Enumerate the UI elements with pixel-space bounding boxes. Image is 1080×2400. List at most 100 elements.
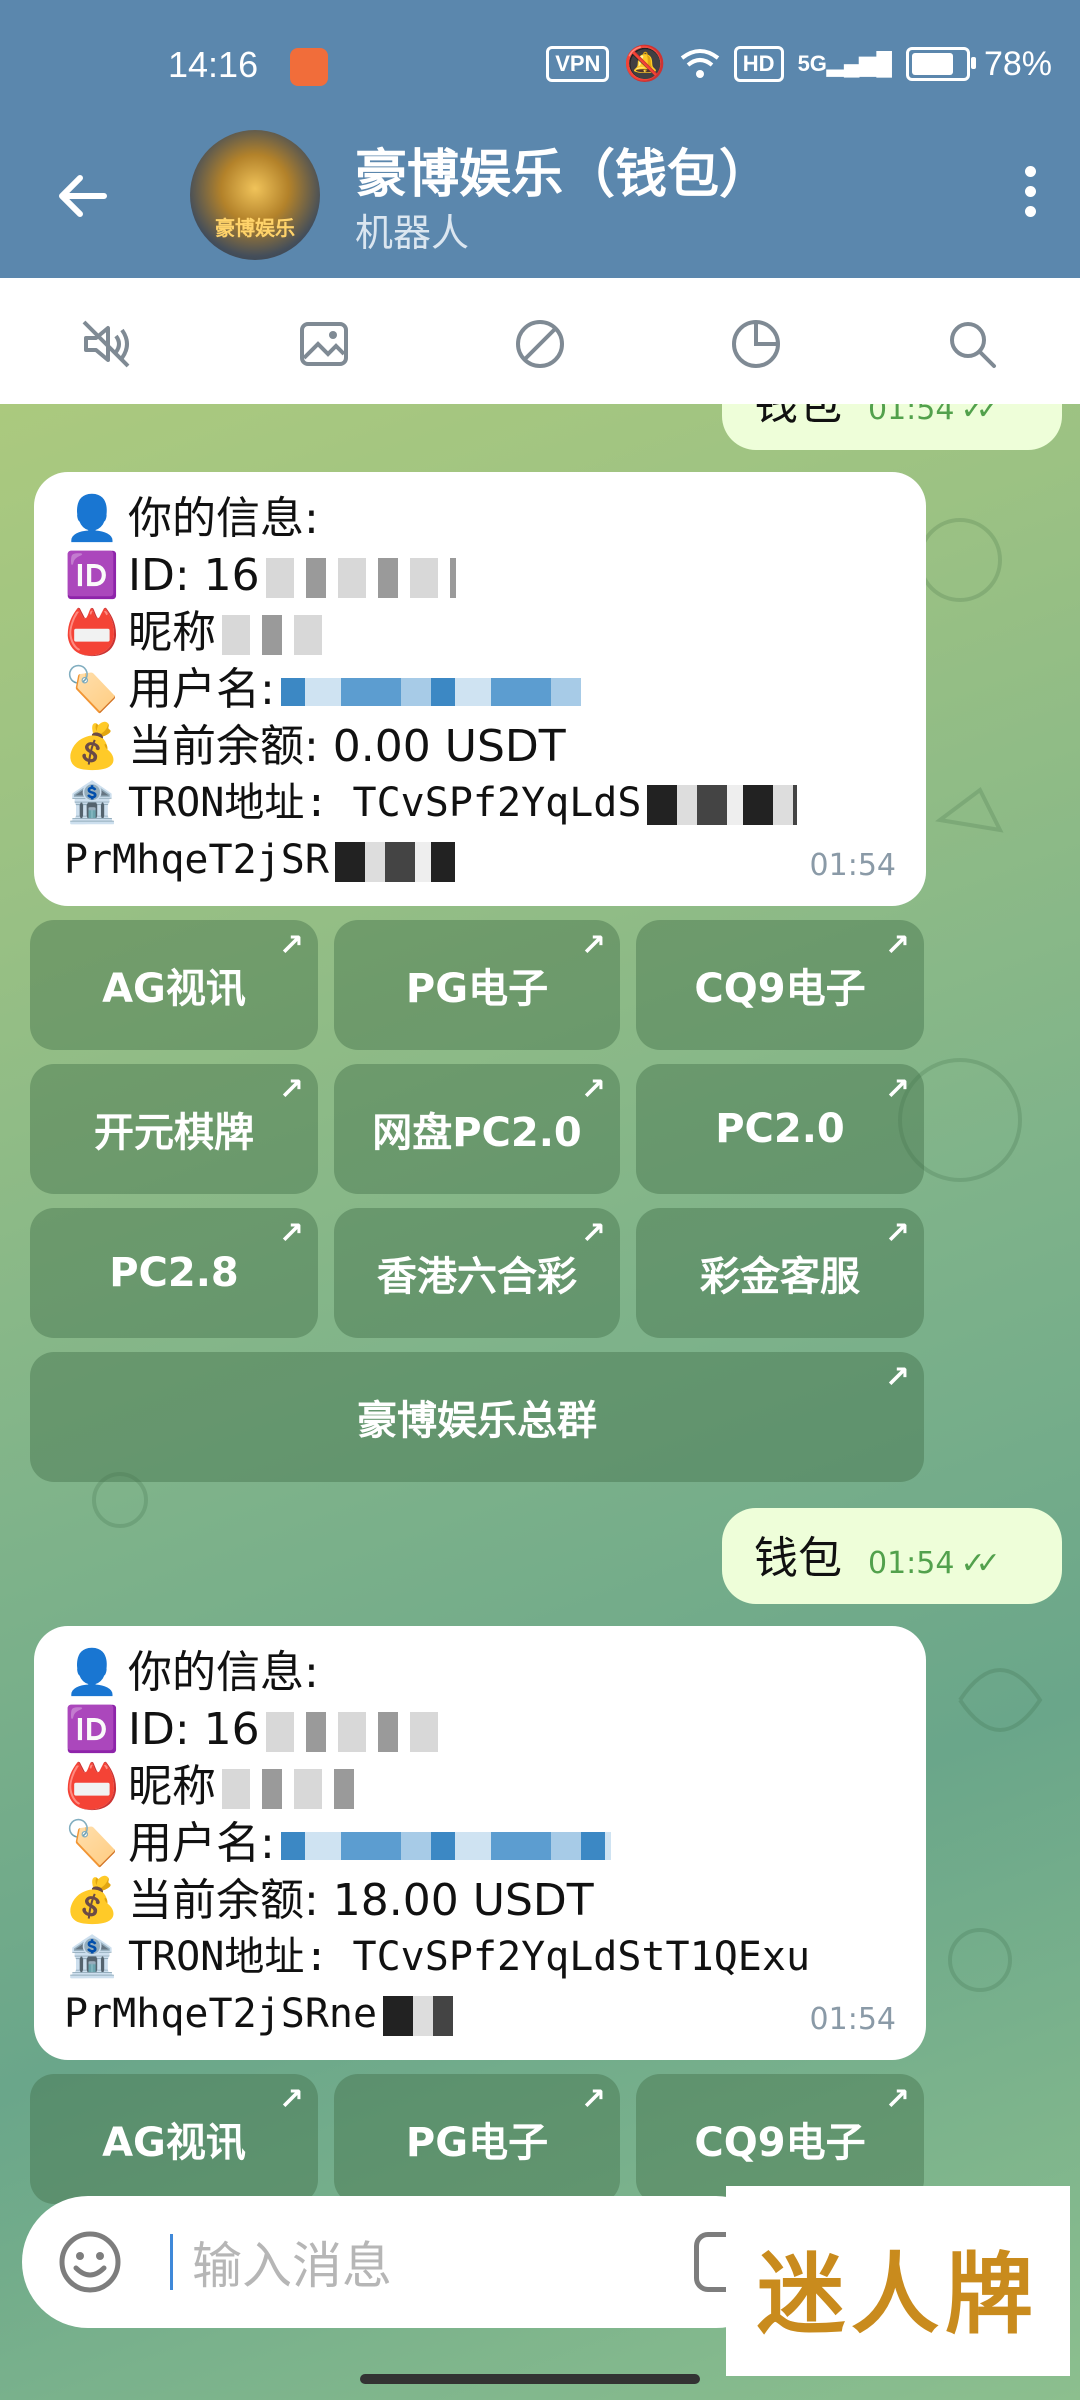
- user-emoji-icon: 👤: [64, 493, 120, 544]
- message-composer[interactable]: 输入消息: [22, 2196, 782, 2328]
- block-icon[interactable]: [512, 316, 568, 372]
- info-text: TRON地址: TCvSPf2YqLdS: [128, 780, 642, 826]
- incoming-message[interactable]: 👤 你的信息: 🆔 ID: 16 📛 昵称 🏷️ 用户名: 💰 当前余额: 0.00 US…: [34, 472, 926, 906]
- redacted-block: [222, 615, 332, 655]
- external-arrow-icon: ↗: [884, 1072, 910, 1107]
- external-arrow-icon: ↗: [580, 928, 606, 963]
- battery-fill: [911, 53, 953, 75]
- gallery-icon[interactable]: [296, 316, 352, 372]
- kb-button-bonus-support[interactable]: 彩金客服 ↗: [636, 1208, 924, 1338]
- button-label: PG电子: [405, 966, 549, 1012]
- bank-emoji-icon: 🏦: [67, 1934, 117, 1980]
- home-indicator[interactable]: [360, 2374, 700, 2384]
- external-arrow-icon: ↗: [884, 1360, 910, 1395]
- external-arrow-icon: ↗: [884, 928, 910, 963]
- info-text: 你的信息:: [128, 1647, 319, 1698]
- external-arrow-icon: ↗: [884, 1216, 910, 1251]
- external-arrow-icon: ↗: [278, 2082, 304, 2117]
- wifi-icon: [680, 49, 720, 78]
- button-label: 彩金客服: [700, 1254, 860, 1300]
- external-arrow-icon: ↗: [278, 1072, 304, 1107]
- external-arrow-icon: ↗: [580, 1072, 606, 1107]
- name-badge-emoji-icon: 📛: [64, 607, 120, 658]
- name-badge-emoji-icon: 📛: [64, 1761, 120, 1812]
- chat-title[interactable]: 豪博娱乐（钱包）: [355, 132, 771, 207]
- button-label: 豪博娱乐总群: [357, 1398, 597, 1444]
- button-label: AG视讯: [102, 2120, 246, 2166]
- kb-button-main-group[interactable]: 豪博娱乐总群 ↗: [30, 1352, 924, 1482]
- redacted-block: [265, 558, 456, 598]
- label-emoji-icon: 🏷️: [64, 664, 120, 715]
- kb-button-pg[interactable]: PG电子 ↗: [334, 920, 620, 1050]
- battery-icon: [905, 47, 976, 81]
- game-app-icon: [290, 48, 328, 86]
- status-time: 14:16: [168, 44, 259, 85]
- info-text: TRON地址: TCvSPf2YqLdStT1QExu: [128, 1934, 811, 1980]
- label-emoji-icon: 🏷️: [64, 1818, 120, 1869]
- more-menu-icon[interactable]: [1022, 166, 1038, 222]
- mute-icon[interactable]: [78, 316, 134, 372]
- info-text: 当前余额: 18.00 USDT: [128, 1875, 594, 1926]
- redacted-block: [280, 1832, 611, 1860]
- search-icon[interactable]: [944, 316, 1000, 372]
- info-line: 📛 昵称: [64, 1758, 896, 1815]
- info-line: 👤 你的信息:: [64, 490, 896, 547]
- kb-button-ag[interactable]: AG视讯 ↗: [30, 920, 318, 1050]
- info-text: ID: 16: [128, 550, 260, 601]
- info-line: 👤 你的信息:: [64, 1644, 896, 1701]
- external-arrow-icon: ↗: [278, 1216, 304, 1251]
- incoming-message[interactable]: 👤 你的信息: 🆔 ID: 16 📛 昵称 🏷️ 用户名: 💰 当前余额: 18.00 U…: [34, 1626, 926, 2060]
- kb-button-ag[interactable]: AG视讯 ↗: [30, 2074, 318, 2204]
- bell-off-icon: 🔕: [623, 45, 666, 83]
- bot-avatar[interactable]: 豪博娱乐: [190, 130, 320, 260]
- user-emoji-icon: 👤: [64, 1647, 120, 1698]
- external-arrow-icon: ↗: [278, 928, 304, 963]
- external-arrow-icon: ↗: [580, 2082, 606, 2117]
- redacted-block: [334, 842, 455, 882]
- toolbar-overlay: [0, 278, 1080, 404]
- kb-button-pg[interactable]: PG电子 ↗: [334, 2074, 620, 2204]
- message-input[interactable]: 输入消息: [192, 2226, 392, 2298]
- id-emoji-icon: 🆔: [64, 550, 120, 601]
- read-ticks-icon: ✓✓: [960, 1546, 1000, 1581]
- id-emoji-icon: 🆔: [64, 1704, 120, 1755]
- info-line: 🆔 ID: 16: [64, 1701, 896, 1758]
- button-label: PG电子: [405, 2120, 549, 2166]
- hd-icon: HD: [733, 46, 784, 82]
- kb-button-pc20[interactable]: PC2.0 ↗: [636, 1064, 924, 1194]
- top-bar: 14:16 VPN 🔕 HD 5G▂▄▆█ 78% 豪博娱乐 豪博娱乐（钱包） …: [0, 0, 1080, 278]
- kb-button-cq9[interactable]: CQ9电子 ↗: [636, 2074, 924, 2204]
- kb-button-kaiyuan[interactable]: 开元棋牌 ↗: [30, 1064, 318, 1194]
- info-text: 用户名:: [128, 664, 275, 715]
- kb-button-wangpan[interactable]: 网盘PC2.0 ↗: [334, 1064, 620, 1194]
- message-text: 钱包: [754, 1533, 842, 1584]
- kb-button-cq9[interactable]: CQ9电子 ↗: [636, 920, 924, 1050]
- address-tail: PrMhqeT2jSRne: [64, 1991, 378, 2037]
- watermark-logo: 迷人牌: [726, 2186, 1070, 2376]
- kb-button-pc28[interactable]: PC2.8 ↗: [30, 1208, 318, 1338]
- redacted-block: [647, 785, 798, 825]
- status-icons: VPN 🔕 HD 5G▂▄▆█ 78%: [546, 44, 1052, 84]
- button-label: 开元棋牌: [94, 1110, 254, 1156]
- battery-percent: 78%: [983, 44, 1052, 83]
- avatar-text: 豪博娱乐: [215, 216, 295, 240]
- signal-icon: 5G▂▄▆█: [797, 51, 892, 76]
- button-label: PC2.8: [109, 1250, 239, 1296]
- redacted-block: [222, 1769, 362, 1809]
- message-time: 01:54: [809, 848, 896, 883]
- info-line: 🏦 TRON地址: TCvSPf2YqLdStT1QExu: [64, 1929, 896, 1986]
- button-label: CQ9电子: [694, 2120, 866, 2166]
- status-bar: 14:16 VPN 🔕 HD 5G▂▄▆█ 78%: [0, 0, 1080, 135]
- info-line: PrMhqeT2jSRne: [64, 1986, 896, 2043]
- chat-subtitle: 机器人: [355, 211, 470, 255]
- outgoing-message[interactable]: 钱包 01:54 ✓✓: [722, 1508, 1062, 1604]
- back-arrow-icon[interactable]: [54, 166, 114, 226]
- info-text: ID: 16: [128, 1704, 260, 1755]
- info-line: PrMhqeT2jSR: [64, 832, 896, 889]
- emoji-icon[interactable]: [58, 2230, 122, 2294]
- stats-icon[interactable]: [728, 316, 784, 372]
- info-text: 昵称: [128, 1761, 216, 1812]
- info-line: 🆔 ID: 16: [64, 547, 896, 604]
- kb-button-hk-lottery[interactable]: 香港六合彩 ↗: [334, 1208, 620, 1338]
- watermark-text: 迷人牌: [756, 2242, 1039, 2346]
